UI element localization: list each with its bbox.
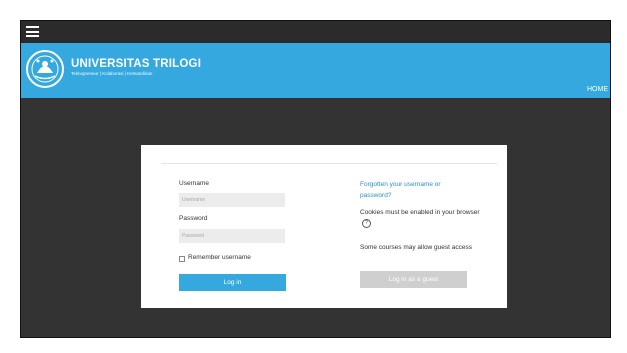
university-logo[interactable] [25,49,65,89]
brand[interactable]: UNIVERSITAS TRILOGI Teknopreneur | Kolab… [71,58,201,76]
home-link[interactable]: HOME [587,86,608,93]
remember-username-label[interactable]: Remember username [188,254,251,261]
username-input[interactable] [179,193,285,207]
brand-tagline: Teknopreneur | Kolaborasi | Kemandirian [71,71,153,76]
remember-username-checkbox[interactable] [179,256,185,262]
cookies-notice-text: Cookies must be enabled in your browser [360,209,480,216]
browser-viewport: UNIVERSITAS TRILOGI Teknopreneur | Kolab… [20,20,611,338]
forgot-credentials-link[interactable]: Forgotten your username or password? [360,180,470,201]
main-content: Username Password Remember username Log … [21,98,610,337]
guest-notice: Some courses may allow guest access [360,244,472,251]
guest-login-button[interactable]: Log in as a guest [360,271,467,288]
brand-name: UNIVERSITAS TRILOGI [71,58,202,70]
password-label: Password [179,215,208,222]
top-navbar [21,21,610,43]
cookies-notice: Cookies must be enabled in your browser … [360,207,480,229]
login-button[interactable]: Log in [179,274,286,291]
help-icon[interactable]: ? [362,218,371,228]
login-panel: Username Password Remember username Log … [141,145,507,308]
hamburger-menu-icon[interactable] [26,26,39,37]
site-header: UNIVERSITAS TRILOGI Teknopreneur | Kolab… [21,43,610,98]
username-label: Username [179,180,209,187]
panel-divider [161,163,497,164]
password-input[interactable] [179,229,285,243]
